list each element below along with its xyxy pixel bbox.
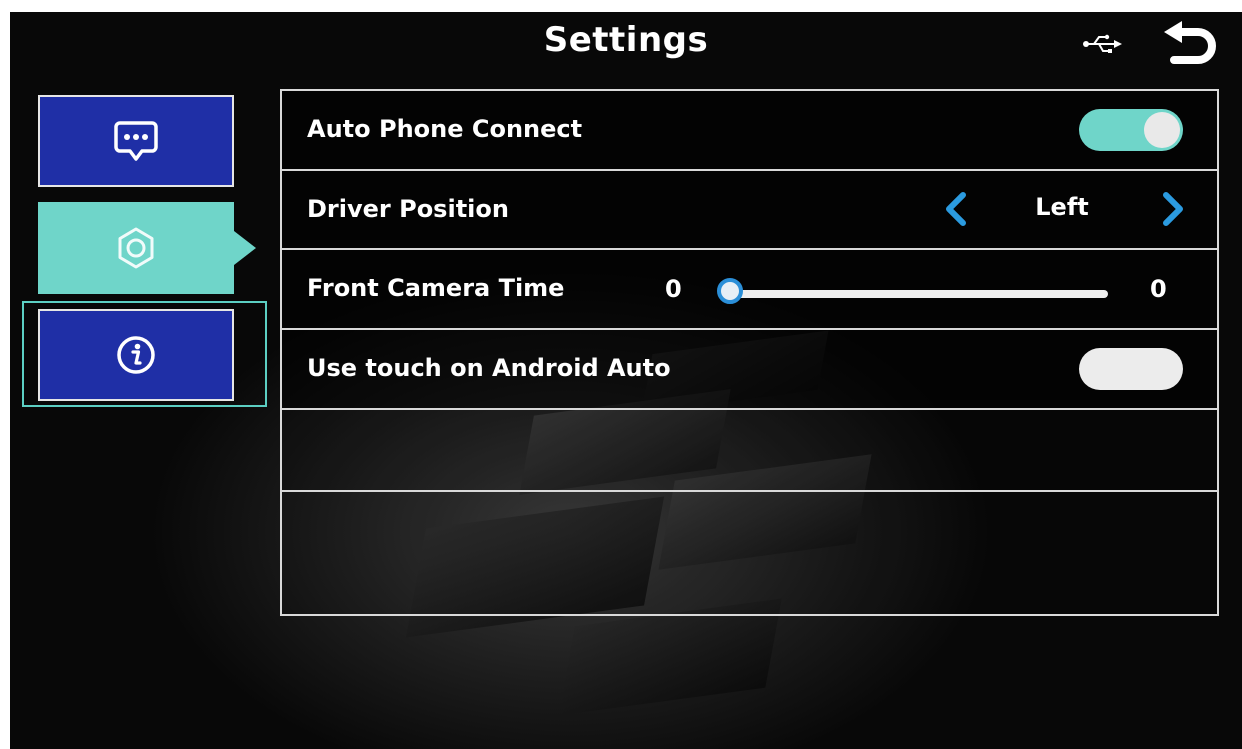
back-button[interactable] (1158, 20, 1222, 72)
gear-icon (118, 227, 154, 269)
settings-list: Auto Phone Connect Driver Position Left … (280, 89, 1219, 616)
chevron-left-icon[interactable] (937, 189, 977, 229)
setting-row-driver-position: Driver Position Left (282, 171, 1217, 250)
tab-messages[interactable] (38, 95, 234, 187)
info-icon (117, 336, 155, 374)
front-camera-time-slider[interactable] (717, 278, 1108, 304)
chevron-right-icon[interactable] (1152, 189, 1192, 229)
setting-row-front-camera-time: Front Camera Time 0 0 (282, 250, 1217, 330)
background-cube (558, 598, 782, 716)
page-title: Settings (543, 20, 709, 60)
setting-label: Driver Position (307, 195, 509, 223)
slider-value-label: 0 (1150, 275, 1167, 303)
empty-row (282, 492, 1217, 614)
auto-phone-connect-toggle[interactable] (1079, 109, 1183, 151)
setting-row-use-touch-android-auto: Use touch on Android Auto (282, 330, 1217, 410)
slider-thumb[interactable] (717, 278, 743, 304)
chat-bubble-icon (114, 121, 158, 161)
setting-label: Use touch on Android Auto (307, 354, 671, 382)
empty-row (282, 410, 1217, 492)
setting-label: Auto Phone Connect (307, 115, 583, 143)
tab-info[interactable] (38, 309, 234, 401)
head-unit-screen: Settings Auto Phone Connect Driver Posit… (10, 12, 1242, 749)
use-touch-android-auto-toggle[interactable] (1079, 348, 1183, 390)
setting-row-auto-phone-connect: Auto Phone Connect (282, 91, 1217, 171)
driver-position-value: Left (1035, 193, 1089, 221)
slider-min-label: 0 (665, 275, 682, 303)
back-arrow-icon (1164, 21, 1216, 64)
usb-icon (1083, 34, 1122, 53)
toggle-knob (1144, 112, 1180, 148)
tab-settings[interactable] (38, 202, 256, 294)
setting-label: Front Camera Time (307, 274, 565, 302)
